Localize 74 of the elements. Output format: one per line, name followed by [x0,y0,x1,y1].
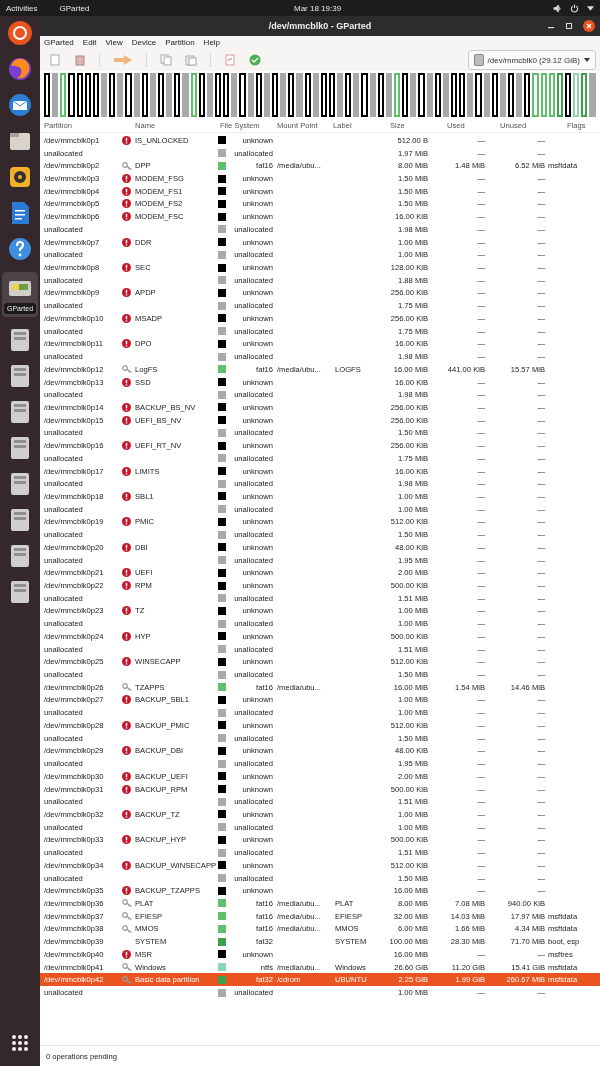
drive-icon[interactable] [9,471,31,497]
key-icon [122,683,132,692]
browser-icon[interactable] [7,56,33,82]
error-icon [122,695,131,705]
clock[interactable]: Mar 18 19:39 [294,3,342,13]
error-icon [122,135,131,145]
drive-icon[interactable] [9,543,31,569]
menu-item[interactable]: GParted [44,38,74,47]
error-icon [122,186,131,196]
error-icon [122,199,131,209]
drive-icon[interactable] [9,327,31,353]
window-title: /dev/mmcblk0 - GParted [268,21,372,31]
volume-icon[interactable] [553,3,562,13]
caret-icon[interactable] [587,5,594,11]
error-icon [122,809,131,819]
error-icon [122,288,131,298]
menu-item[interactable]: Partition [165,38,195,47]
menu-item[interactable]: Device [131,38,157,47]
error-icon [122,339,131,349]
error-icon [122,568,131,578]
activities-button[interactable]: Activities [6,3,38,13]
caret-icon [584,58,590,62]
key-icon [122,365,132,374]
delete-icon[interactable] [74,54,86,66]
error-icon [122,466,131,476]
error-icon [122,237,131,247]
app-grid-icon[interactable] [11,1034,29,1052]
key-icon [122,924,132,933]
error-icon [122,212,131,222]
error-icon [122,377,131,387]
key-icon [122,161,132,170]
error-icon [122,720,131,730]
error-icon [122,313,131,323]
error-icon [122,949,131,959]
error-icon [122,886,131,896]
error-icon [122,835,131,845]
key-icon [122,963,132,972]
error-icon [122,746,131,756]
close-icon[interactable] [583,20,595,32]
menu-item[interactable]: Help [203,38,221,47]
power-icon[interactable] [570,3,579,13]
error-icon [122,517,131,527]
drive-icon[interactable] [9,399,31,425]
error-icon [122,402,131,412]
error-icon [122,174,131,183]
error-icon [122,441,131,451]
mail-icon[interactable] [7,92,33,118]
key-icon [122,899,132,908]
menu-item[interactable]: View [105,38,123,47]
error-icon [122,415,131,425]
drive-icon[interactable] [9,435,31,461]
error-icon [122,657,131,667]
ubuntu-logo-icon[interactable] [7,20,33,46]
menu-item[interactable]: Edit [82,38,97,47]
error-icon [122,784,131,794]
error-icon [122,631,131,641]
error-icon [122,581,131,590]
device-dropdown[interactable]: /dev/mmcblk0 (29.12 GiB) [467,50,596,70]
help-icon[interactable] [7,236,33,262]
error-icon [122,263,131,273]
apply-check-icon[interactable] [249,54,261,66]
key-icon [122,975,132,984]
maximize-icon[interactable] [565,22,573,30]
error-icon [122,771,131,781]
error-icon [122,492,131,501]
drive-icon[interactable] [9,363,31,389]
error-icon [122,860,131,870]
error-icon [122,606,131,616]
speaker-icon[interactable] [7,164,33,190]
app-menu[interactable]: GParted [59,3,90,13]
drive-icon[interactable] [9,507,31,533]
error-icon [122,542,131,552]
drive-icon[interactable] [9,579,31,605]
key-icon [122,912,132,921]
